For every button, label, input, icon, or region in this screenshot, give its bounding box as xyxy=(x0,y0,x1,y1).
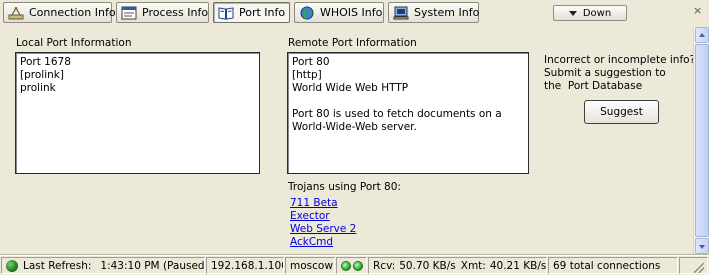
trojan-link[interactable]: Exector xyxy=(290,210,356,223)
tab-whois-info[interactable]: WHOIS Info xyxy=(294,2,384,23)
tab-label: Process Info xyxy=(142,6,209,19)
trojan-list: 711 Beta Exector Web Serve 2 AckCmd xyxy=(290,197,356,249)
status-grip-cell xyxy=(679,257,708,274)
tab-label: System Info xyxy=(414,6,480,19)
port-info-panel: Local Port Information Port 1678 [prolin… xyxy=(0,27,695,254)
globe-icon xyxy=(300,6,314,19)
computer-icon xyxy=(393,6,409,19)
network-globe-icon xyxy=(6,259,18,272)
last-refresh-label: Last Refresh: xyxy=(23,259,92,272)
local-line: Port 1678 xyxy=(20,56,71,68)
trojan-link[interactable]: AckCmd xyxy=(290,236,356,249)
arrow-up-icon xyxy=(699,33,705,37)
remote-line: Port 80 is used to fetch documents on a xyxy=(292,108,502,120)
resize-grip-icon[interactable] xyxy=(694,263,704,273)
book-icon xyxy=(218,6,234,20)
scroll-down-button[interactable] xyxy=(695,238,709,254)
remote-line: Port 80 xyxy=(292,56,330,68)
status-last-refresh: Last Refresh: 1:43:10 PM (Paused) xyxy=(1,257,205,274)
remote-port-label: Remote Port Information xyxy=(288,37,417,49)
remote-line: [http] xyxy=(292,69,322,81)
suggest-button[interactable]: Suggest xyxy=(584,100,659,124)
scroll-thumb[interactable] xyxy=(695,44,709,237)
receive-led-icon xyxy=(341,260,351,271)
remote-line: World Wide Web HTTP xyxy=(292,82,409,94)
status-bar: Last Refresh: 1:43:10 PM (Paused) 192.16… xyxy=(0,255,709,275)
tab-label: Connection Info xyxy=(29,6,116,19)
suggestion-line: the Port Database xyxy=(544,80,643,92)
tab-system-info[interactable]: System Info xyxy=(388,2,479,23)
remote-port-textbox[interactable]: Port 80 [http] World Wide Web HTTP Port … xyxy=(287,52,529,174)
last-refresh-value: 1:43:10 PM (Paused) xyxy=(100,259,205,272)
connection-icon xyxy=(8,6,24,19)
tab-connection-info[interactable]: Connection Info xyxy=(3,2,116,23)
arrow-down-icon xyxy=(699,245,705,249)
scroll-up-button[interactable] xyxy=(695,27,709,43)
toolbar: Connection Info Process Info Port Info W… xyxy=(0,0,702,27)
xmt-label: Xmt: xyxy=(460,259,486,272)
local-line: prolink xyxy=(20,82,56,94)
local-port-textbox[interactable]: Port 1678 [prolink] prolink xyxy=(15,52,260,174)
remote-line: World-Wide-Web server. xyxy=(292,121,417,133)
rcv-value: 50.70 KB/s xyxy=(399,259,456,272)
status-connections: 69 total connections xyxy=(548,257,678,274)
rcv-label: Rcv: xyxy=(373,259,396,272)
status-host: moscow xyxy=(285,257,335,274)
tab-label: WHOIS Info xyxy=(320,6,383,19)
trojan-link[interactable]: 711 Beta xyxy=(290,197,356,210)
trojans-label: Trojans using Port 80: xyxy=(288,181,401,193)
close-icon[interactable]: × xyxy=(693,4,702,17)
down-button-label: Down xyxy=(582,7,612,19)
xmt-value: 40.21 KB/s xyxy=(489,259,547,272)
down-button[interactable]: Down xyxy=(553,5,627,21)
vertical-scrollbar[interactable] xyxy=(693,27,709,254)
local-port-label: Local Port Information xyxy=(16,37,132,49)
process-icon xyxy=(121,6,137,19)
local-line: [prolink] xyxy=(20,69,64,81)
tab-port-info[interactable]: Port Info xyxy=(213,2,290,23)
transmit-led-icon xyxy=(353,260,363,271)
status-activity-leds xyxy=(336,257,367,274)
trojan-link[interactable]: Web Serve 2 xyxy=(290,223,356,236)
suggestion-line: Submit a suggestion to xyxy=(544,67,666,79)
status-throughput: Rcv: 50.70 KB/s Xmt: 40.21 KB/s xyxy=(368,257,547,274)
suggestion-prompt: Incorrect or incomplete info? Submit a s… xyxy=(544,54,695,93)
tab-label: Port Info xyxy=(239,6,286,19)
status-ip: 192.168.1.100 xyxy=(206,257,284,274)
remote-line xyxy=(292,95,524,108)
suggestion-line: Incorrect or incomplete info? xyxy=(544,54,696,66)
tab-process-info[interactable]: Process Info xyxy=(116,2,209,23)
triangle-down-icon xyxy=(568,10,577,16)
